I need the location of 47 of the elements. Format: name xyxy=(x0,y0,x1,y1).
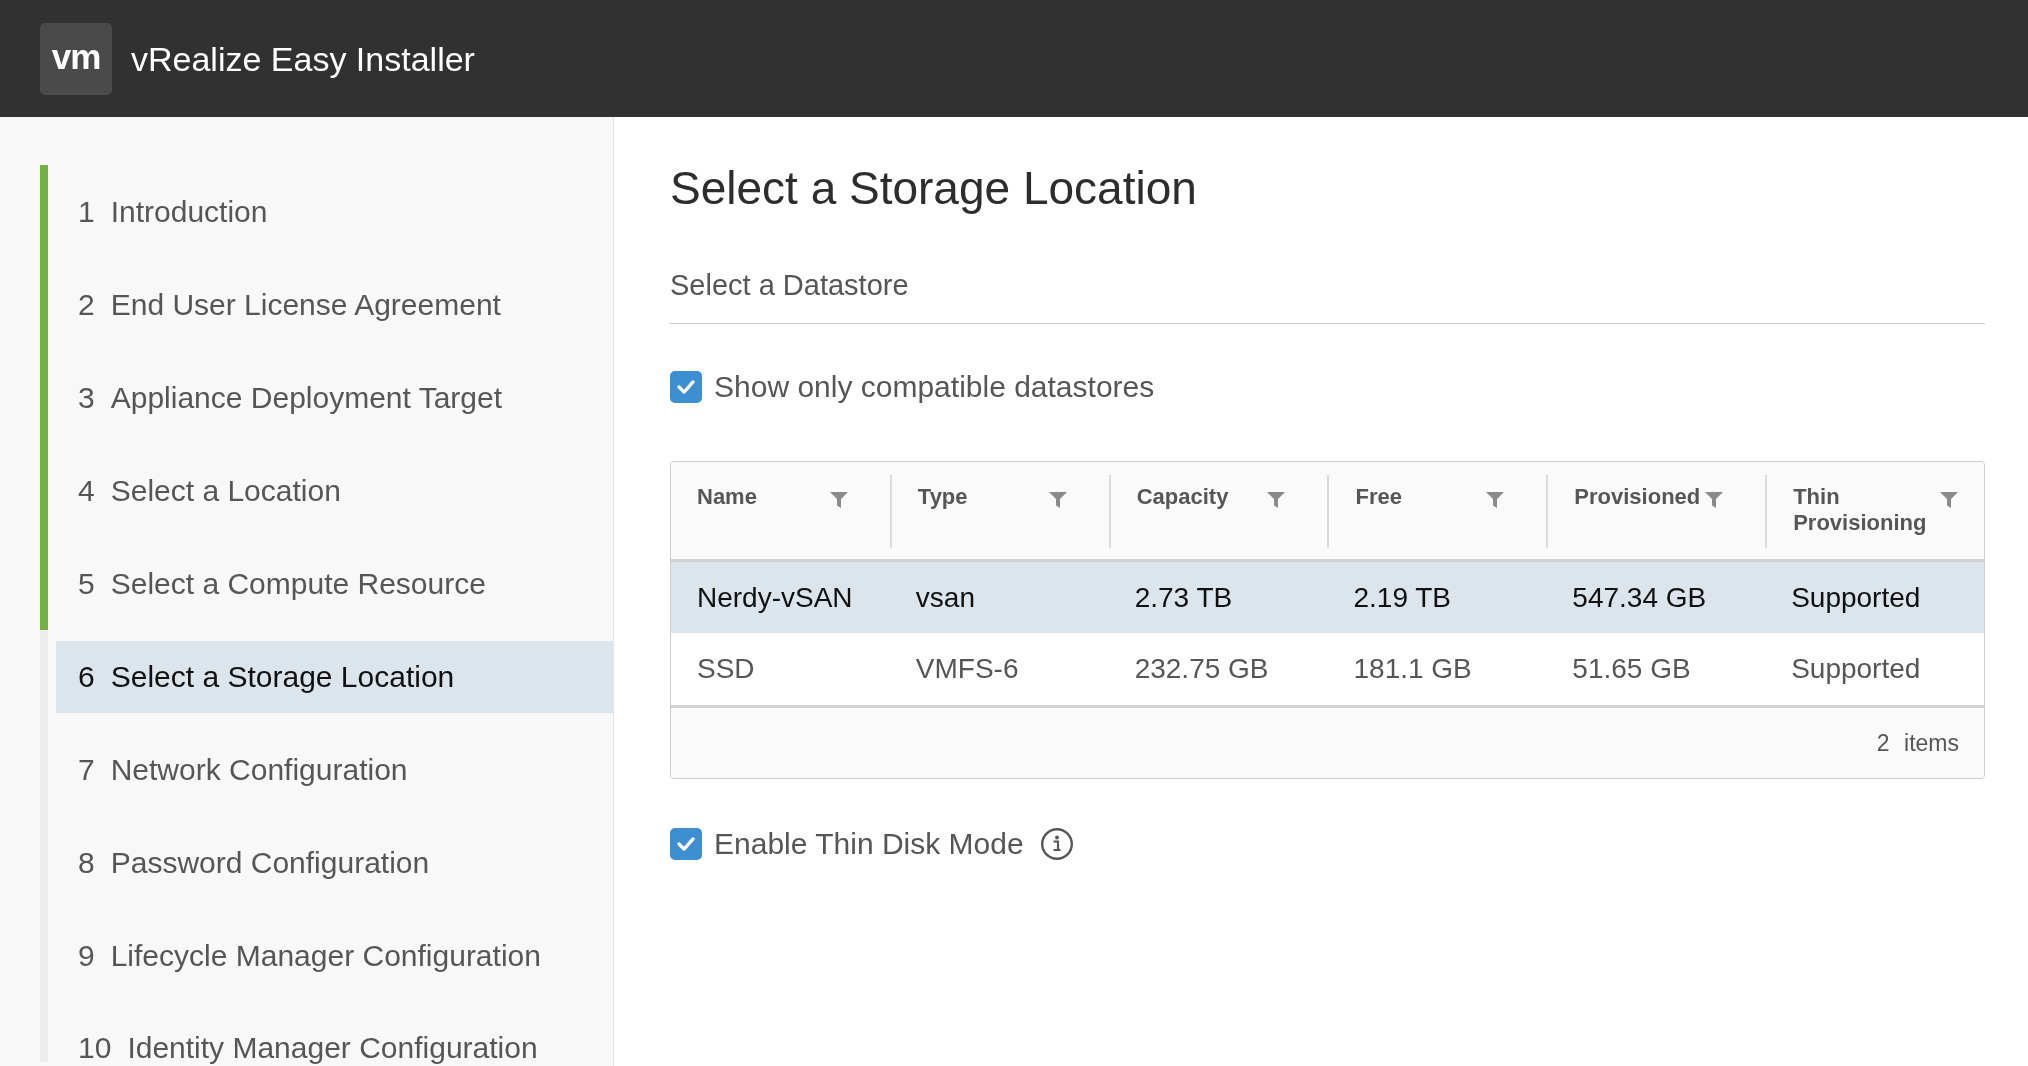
column-header[interactable]: Free xyxy=(1327,475,1547,548)
wizard-step[interactable]: 6 Select a Storage Location xyxy=(56,640,613,713)
column-header[interactable]: Capacity xyxy=(1108,475,1328,548)
filter-icon[interactable] xyxy=(1048,492,1067,508)
checkmark-icon xyxy=(677,380,695,394)
wizard-step[interactable]: 1 Introduction xyxy=(56,175,613,248)
table-cell-text: vsan xyxy=(914,580,976,615)
wizard-step[interactable]: 4 Select a Location xyxy=(56,454,613,527)
wizard-step[interactable]: 2 End User License Agreement xyxy=(56,268,613,341)
wizard-step[interactable]: 7 Network Configuration xyxy=(56,733,613,806)
info-icon[interactable] xyxy=(1040,828,1073,860)
table-cell-text: 232.75 GB xyxy=(1133,652,1270,686)
checkbox[interactable] xyxy=(670,828,702,860)
wizard-step[interactable]: 9 Lifecycle Manager Configuration xyxy=(56,919,613,992)
section-heading: Select a Datastore xyxy=(670,268,910,303)
filter-icon[interactable] xyxy=(1486,492,1505,508)
checkbox-label: Show only compatible datastores xyxy=(714,369,1155,405)
filter-icon[interactable] xyxy=(1940,492,1958,508)
filter-icon[interactable] xyxy=(1705,492,1724,508)
table-cell-text: Supported xyxy=(1790,652,1922,686)
app-title: vRealize Easy Installer xyxy=(131,38,475,79)
column-header[interactable]: Type xyxy=(889,475,1109,548)
table-row[interactable]: Nerdy-vSAN vsan 2.73 TB 2.19 TB 547.34 GB Supported xyxy=(671,562,1984,633)
checkbox[interactable] xyxy=(670,371,702,403)
wizard-step[interactable]: 3 Appliance Deployment Target xyxy=(56,361,613,434)
filter-icon[interactable] xyxy=(829,492,848,508)
table-cell-text: VMFS-6 xyxy=(914,652,1020,686)
wizard-step[interactable]: 8 Password Configuration xyxy=(56,826,613,899)
column-header[interactable]: Name xyxy=(671,475,890,548)
column-header[interactable]: Thin Provisioning xyxy=(1765,475,1984,548)
wizard-step[interactable]: 5 Select a Compute Resource xyxy=(56,547,613,620)
logo: vm xyxy=(40,22,112,95)
table-cell-text: 2.73 TB xyxy=(1133,580,1234,615)
table-cell-text: SSD xyxy=(696,652,756,686)
table-cell-text: Supported xyxy=(1790,580,1922,615)
checkbox-label: Enable Thin Disk Mode xyxy=(714,826,1024,862)
table-cell-text: 181.1 GB xyxy=(1352,652,1473,686)
table-cell-text: Nerdy-vSAN xyxy=(696,580,854,615)
item-count: 2 items xyxy=(1876,729,1959,757)
checkmark-icon xyxy=(677,837,695,851)
wizard-step[interactable]: 10 Identity Manager Configuration xyxy=(56,1012,613,1066)
table-cell-text: 2.19 TB xyxy=(1352,580,1453,615)
table-cell-text: 51.65 GB xyxy=(1571,652,1692,686)
filter-icon[interactable] xyxy=(1267,492,1286,508)
table-cell-text: 547.34 GB xyxy=(1571,580,1708,615)
column-header[interactable]: Provisioned xyxy=(1546,475,1766,548)
page-title: Select a Storage Location xyxy=(670,161,1198,216)
